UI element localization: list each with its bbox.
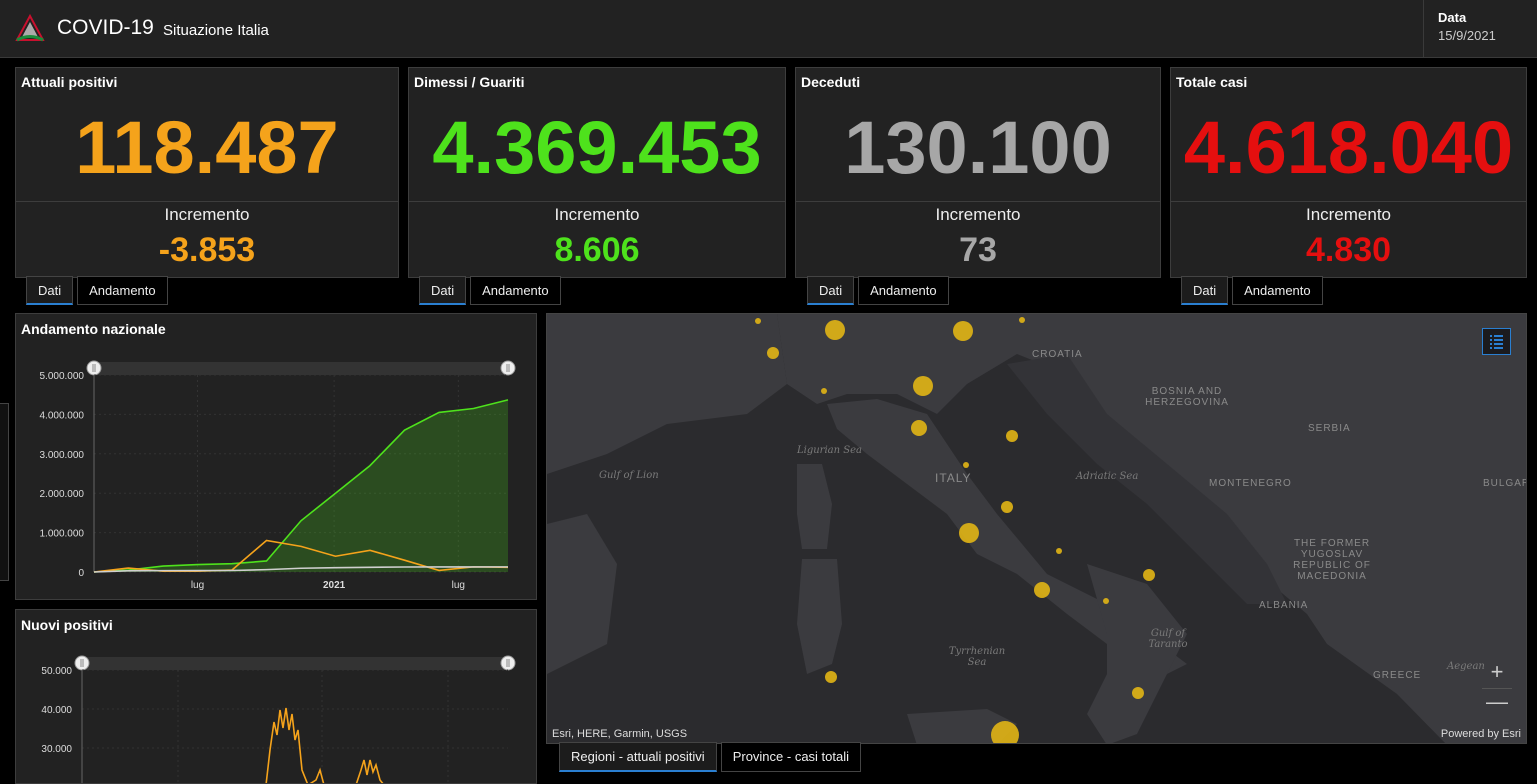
map-label-croatia: CROATIA [1032,349,1083,360]
chart-nuovi-positivi: 50.000 40.000 30.000 [41,655,516,783]
y-tick-label: 1.000.000 [40,529,85,540]
range-slider-end-handle [500,360,516,376]
card-increment-label: Incremento [164,205,250,224]
tab-andamento[interactable]: Andamento [77,276,168,305]
y-tick-label: 50.000 [41,666,72,677]
map-view[interactable]: CROATIA BOSNIA AND HERZEGOVINA SERBIA IT… [546,313,1527,744]
card-title: Attuali positivi [21,74,118,90]
map-label-macedonia: THE FORMER YUGOSLAV REPUBLIC OF MACEDONI… [1293,538,1371,582]
tab-regioni-attuali-positivi[interactable]: Regioni - attuali positivi [559,742,717,772]
card-divider [1171,201,1526,202]
card-title: Dimessi / Guariti [414,74,525,90]
range-slider-track [94,362,508,375]
card-dimessi-guariti: Dimessi / Guariti 4.369.453 Incremento 8… [408,67,786,278]
y-tick-label: 4.000.000 [40,410,85,421]
range-slider-end-handle [500,655,516,671]
app-subtitle: Situazione Italia [163,22,269,39]
card-value: 4.369.453 [432,106,762,189]
y-tick-label: 3.000.000 [40,450,85,461]
map-tabs: Regioni - attuali positivi Province - ca… [559,742,865,772]
map-powered-by[interactable]: Powered by Esri [1441,728,1521,740]
y-tick-label: 0 [78,568,84,579]
date-value: 15/9/2021 [1438,28,1496,43]
map-label-greece: GREECE [1373,670,1422,681]
card-divider [796,201,1160,202]
date-box: Data 15/9/2021 [1423,0,1537,58]
app-title: COVID-19 [57,16,154,39]
card-attuali-positivi: Attuali positivi 118.487 Incremento -3.8… [15,67,399,278]
card-tabs-attuali: Dati Andamento [26,276,172,305]
y-tick-label: 2.000.000 [40,489,85,500]
series-line [265,707,384,783]
x-tick-label: 2021 [323,580,346,591]
map-label-serbia: SERBIA [1308,423,1351,434]
tab-province-casi-totali[interactable]: Province - casi totali [720,742,862,772]
card-tabs-totale: Dati Andamento [1181,276,1327,305]
tab-dati[interactable]: Dati [419,276,467,305]
app-header: COVID-19 Situazione Italia Data 15/9/202… [0,0,1537,58]
map-legend-list-button[interactable] [1482,328,1511,355]
card-increment-label: Incremento [935,205,1021,224]
y-tick-label: 5.000.000 [40,371,85,382]
card-increment-label: Incremento [554,205,640,224]
map-label-adriatic-sea: Adriatic Sea [1076,471,1139,482]
card-deceduti: Deceduti 130.100 Incremento 73 [795,67,1161,278]
tab-andamento[interactable]: Andamento [470,276,561,305]
card-increment-value: -3.853 [158,231,256,269]
zoom-in-button[interactable]: + [1482,659,1512,687]
card-title: Totale casi [1176,74,1248,90]
tab-dati[interactable]: Dati [807,276,855,305]
map-label-bosnia: BOSNIA AND HERZEGOVINA [1145,386,1229,408]
date-label: Data [1438,10,1467,25]
x-tick-label: lug [452,580,465,591]
card-totale-casi: Totale casi 4.618.040 Incremento 4.830 [1170,67,1527,278]
card-increment-value: 73 [959,231,997,269]
y-tick-label: 30.000 [41,744,72,755]
card-divider [409,201,785,202]
chart-panel-andamento-nazionale: Andamento nazionale 5.000.000 4.000.000 3.… [15,313,537,600]
range-slider-track [82,657,508,670]
x-tick-label: lug [191,580,204,591]
card-increment-value: 4.830 [1305,231,1392,269]
map-label-gulf-of-taranto: Gulf of Taranto [1148,628,1188,650]
side-panel-handle[interactable] [0,403,9,581]
card-divider [16,201,398,202]
tab-andamento[interactable]: Andamento [858,276,949,305]
map-label-italy: ITALY [935,471,972,485]
map-label-bulgaria: BULGAR [1483,478,1527,489]
map-label-albania: ALBANIA [1259,600,1309,611]
card-increment-label: Incremento [1305,205,1392,224]
map-label-tyrrhenian-sea: Tyrrhenian Sea [948,646,1006,668]
tab-andamento[interactable]: Andamento [1232,276,1323,305]
app-logo-icon [15,13,45,42]
zoom-out-button[interactable]: — [1482,688,1512,716]
map-label-montenegro: MONTENEGRO [1209,478,1292,489]
map-label-aegean: Aegean [1447,661,1485,672]
tab-dati[interactable]: Dati [26,276,74,305]
card-increment-value: 8.606 [554,231,640,269]
map-label-ligurian-sea: Ligurian Sea [797,445,862,456]
range-slider-start-handle [86,360,102,376]
map-attribution: Esri, HERE, Garmin, USGS [552,728,688,740]
card-title: Deceduti [801,74,861,90]
chart-andamento-nazionale: 5.000.000 4.000.000 3.000.000 2.000.000 1.00… [40,360,516,591]
card-value: 118.487 [75,106,339,189]
card-tabs-guariti: Dati Andamento [419,276,565,305]
y-tick-label: 40.000 [41,705,72,716]
card-value: 4.618.040 [1183,106,1514,189]
card-tabs-deceduti: Dati Andamento [807,276,953,305]
range-slider-start-handle [74,655,90,671]
tab-dati[interactable]: Dati [1181,276,1229,305]
card-value: 130.100 [844,106,1112,189]
map-label-gulf-of-lion: Gulf of Lion [599,470,659,481]
list-icon [1490,335,1503,349]
chart-panel-nuovi-positivi: Nuovi positivi 50.000 40.000 30.000 [15,609,537,784]
